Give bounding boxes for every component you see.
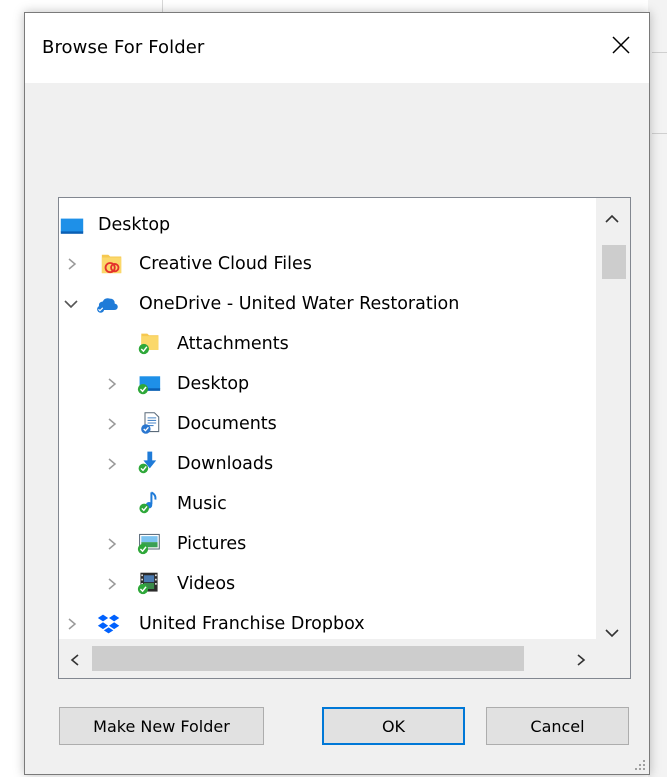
videos-synced-icon (137, 572, 158, 595)
close-icon (612, 36, 630, 54)
chevron-right-icon[interactable] (105, 577, 119, 591)
scroll-right-arrow-icon[interactable] (575, 652, 587, 671)
tree-item-label: Documents (177, 414, 277, 434)
downloads-synced-icon (138, 451, 157, 474)
ok-button[interactable]: OK (322, 707, 465, 745)
horizontal-scrollbar[interactable] (59, 639, 630, 678)
tree-item-label: Music (177, 494, 227, 514)
tree-item-onedrive[interactable]: OneDrive - United Water Restoration (59, 285, 596, 323)
tree-item-desktop[interactable]: Desktop (59, 206, 596, 244)
tree-item-dropbox[interactable]: United Franchise Dropbox (59, 605, 596, 643)
folder-synced-icon (138, 333, 159, 355)
pictures-synced-icon (137, 533, 160, 555)
creative-cloud-folder-icon (101, 254, 122, 274)
background-window-right (648, 0, 667, 777)
chevron-right-icon[interactable] (105, 457, 119, 471)
chevron-down-icon[interactable] (64, 297, 78, 311)
make-new-folder-button[interactable]: Make New Folder (59, 707, 264, 745)
title-bar: Browse For Folder (25, 13, 649, 83)
desktop-icon (60, 218, 84, 234)
tree-item-downloads[interactable]: Downloads (59, 445, 596, 483)
scroll-left-arrow-icon[interactable] (69, 652, 81, 671)
tree-item-label: Creative Cloud Files (139, 254, 312, 274)
tree-item-label: Desktop (177, 374, 250, 394)
music-synced-icon (139, 491, 157, 514)
browse-for-folder-dialog: Browse For Folder Desktop Creative Cloud… (24, 12, 650, 775)
tree-item-label: OneDrive - United Water Restoration (139, 294, 460, 314)
tree-item-attachments[interactable]: Attachments (59, 325, 596, 363)
onedrive-icon (97, 298, 118, 313)
tree-item-documents[interactable]: Documents (59, 405, 596, 443)
tree-item-label: Downloads (177, 454, 274, 474)
chevron-right-icon[interactable] (105, 377, 119, 391)
close-button[interactable] (593, 13, 649, 77)
desktop-synced-icon (137, 376, 161, 395)
horizontal-scroll-thumb[interactable] (92, 646, 524, 671)
background-divider (652, 52, 667, 53)
tree-item-label: Videos (177, 574, 236, 594)
background-divider (652, 133, 667, 134)
tree-item-label: Desktop (98, 215, 171, 235)
vertical-scroll-thumb[interactable] (602, 245, 626, 279)
cancel-button[interactable]: Cancel (486, 707, 629, 745)
tree-item-onedrive-desktop[interactable]: Desktop (59, 365, 596, 403)
vertical-scrollbar[interactable] (596, 198, 630, 639)
tree-item-videos[interactable]: Videos (59, 565, 596, 603)
background-divider (162, 0, 163, 12)
dropbox-icon (97, 614, 120, 634)
tree-item-music[interactable]: Music (59, 485, 596, 523)
scroll-up-arrow-icon[interactable] (604, 210, 620, 229)
documents-synced-icon (141, 412, 160, 434)
chevron-right-icon[interactable] (65, 617, 79, 631)
tree-item-label: Pictures (177, 534, 247, 554)
chevron-right-icon[interactable] (105, 537, 119, 551)
background-window-left (0, 0, 24, 777)
tree-item-label: United Franchise Dropbox (139, 614, 365, 634)
resize-grip-icon[interactable] (632, 757, 646, 771)
chevron-right-icon[interactable] (65, 257, 79, 271)
chevron-right-icon[interactable] (105, 417, 119, 431)
tree-item-creative-cloud-files[interactable]: Creative Cloud Files (59, 245, 596, 283)
folder-tree[interactable]: Desktop Creative Cloud Files OneDrive - … (58, 197, 631, 679)
tree-item-label: Attachments (177, 334, 289, 354)
tree-item-pictures[interactable]: Pictures (59, 525, 596, 563)
dialog-title: Browse For Folder (42, 37, 205, 58)
